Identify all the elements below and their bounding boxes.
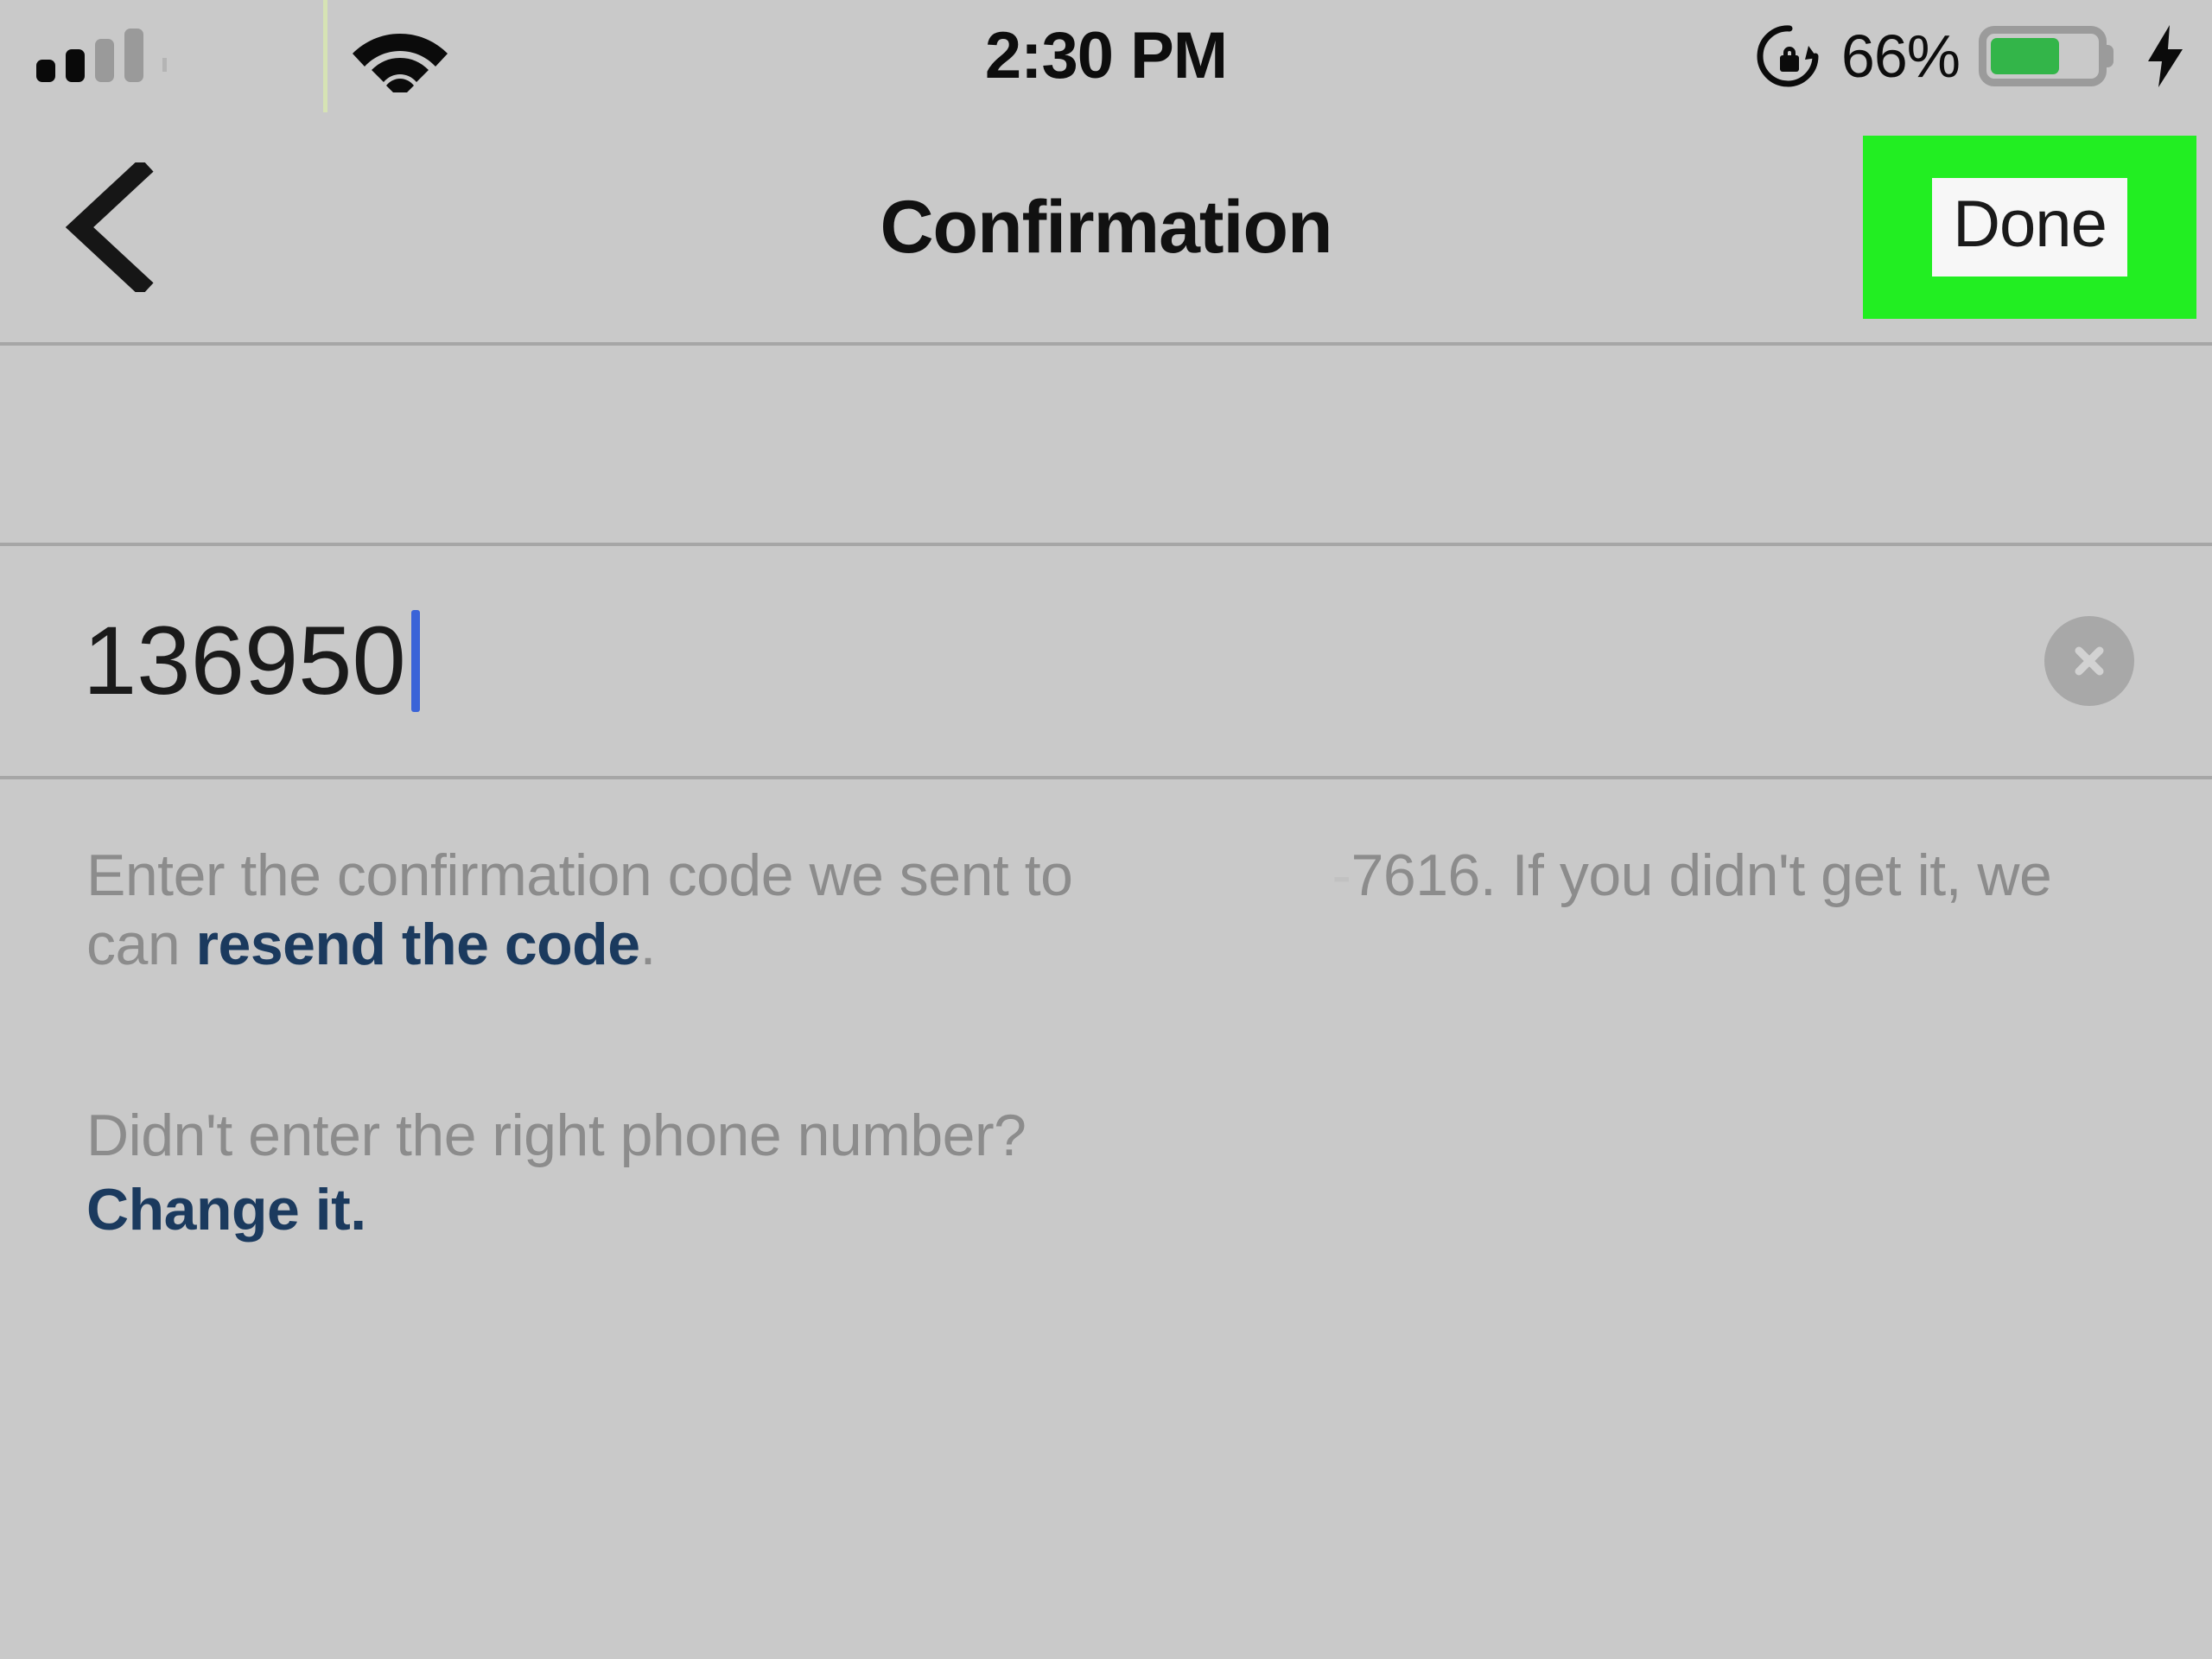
- rotation-lock-icon: [1757, 23, 1822, 89]
- signal-bar-1: [36, 60, 55, 82]
- status-bar-wifi: [337, 0, 448, 112]
- instruction-paragraph-2: Didn't enter the right phone number?: [86, 1102, 2074, 1171]
- instruction-text-end: .: [639, 911, 657, 977]
- carrier-name-placeholder: [162, 58, 167, 72]
- battery-percentage: 66%: [1840, 22, 1961, 90]
- cellular-signal-icon: [36, 29, 143, 82]
- change-number-link[interactable]: Change it.: [86, 1177, 366, 1243]
- status-bar-left: [36, 0, 167, 112]
- phone-number-dash: -: [1332, 842, 1351, 908]
- battery-icon: [1979, 26, 2107, 86]
- battery-fill: [1991, 38, 2060, 74]
- text-caret: [410, 610, 420, 712]
- signal-bar-2: [66, 49, 85, 82]
- confirmation-code-input[interactable]: 136950: [83, 610, 2044, 712]
- done-button[interactable]: Done: [1932, 178, 2127, 276]
- done-button-highlight[interactable]: Done: [1863, 136, 2196, 319]
- status-bar-right: 66%: [1757, 0, 2186, 112]
- resend-code-link[interactable]: resend the code: [196, 912, 641, 977]
- instruction-paragraph-1: Enter the confirmation code we sent to -7…: [86, 842, 2074, 979]
- instructions-area: Enter the confirmation code we sent to -7…: [0, 779, 2212, 1659]
- empty-form-row: [0, 346, 2212, 546]
- navigation-bar: Confirmation Done: [0, 112, 2212, 346]
- status-bar-clock: 2:30 PM: [984, 19, 1228, 92]
- change-number-paragraph: Change it.: [86, 1176, 2074, 1245]
- wrong-number-text: Didn't enter the right phone number?: [86, 1103, 1027, 1169]
- status-bar: 2:30 PM 66%: [0, 0, 2212, 112]
- signal-bar-3: [95, 39, 114, 82]
- signal-bar-4: [124, 29, 143, 82]
- phone-screen: 2:30 PM 66% Confirmation Done 136950 Ent…: [0, 0, 2212, 1659]
- close-icon: [2067, 639, 2112, 683]
- confirmation-code-row[interactable]: 136950: [0, 546, 2212, 779]
- wifi-icon: [353, 20, 448, 92]
- instruction-text-part1: Enter the confirmation code we sent to: [86, 842, 1073, 908]
- clear-text-button[interactable]: [2044, 616, 2134, 706]
- screenshot-seam-artifact: [323, 0, 327, 112]
- confirmation-code-value: 136950: [83, 607, 406, 715]
- charging-bolt-icon: [2145, 23, 2186, 89]
